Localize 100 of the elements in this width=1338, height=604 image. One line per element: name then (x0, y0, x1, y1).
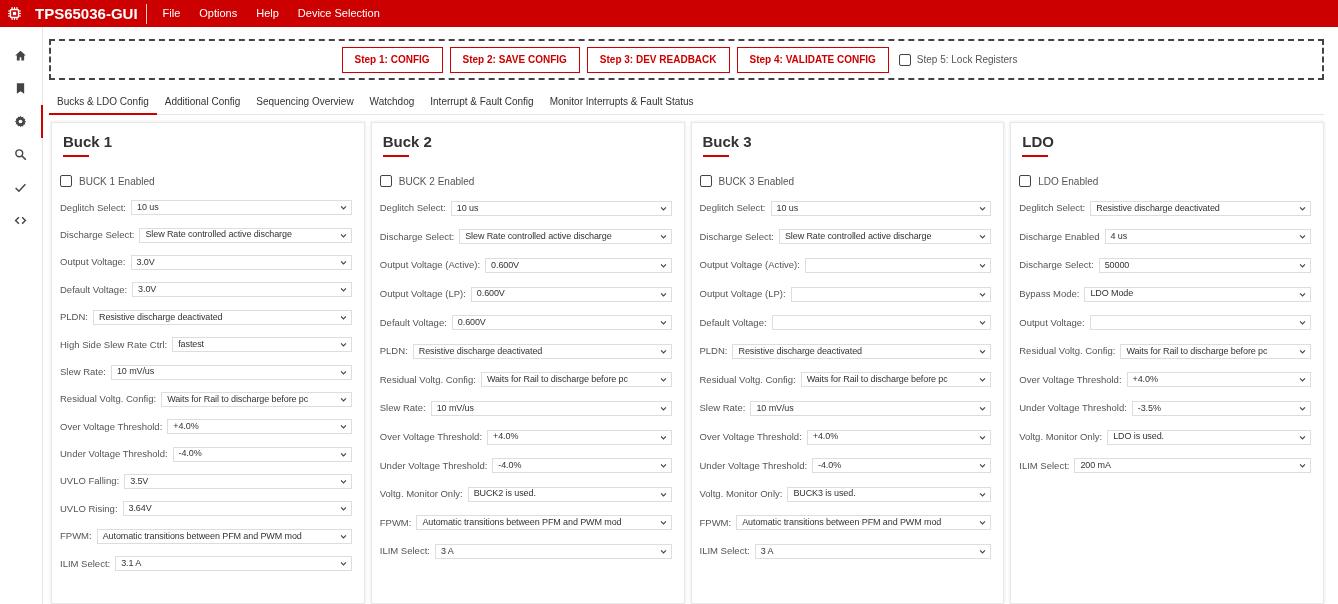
dropdown-value: fastest (178, 337, 205, 351)
dropdown[interactable]: 10 us (131, 200, 352, 216)
chevron-down-icon (339, 368, 347, 376)
dropdown[interactable]: +4.0% (487, 429, 672, 445)
dropdown-value: Resistive discharge deactivated (418, 344, 544, 358)
field-label: UVLO Falling: (60, 474, 120, 489)
dropdown[interactable]: 10 us (450, 200, 672, 216)
dropdown[interactable]: 4 us (1104, 229, 1311, 245)
field-label: FPWM: (699, 515, 732, 530)
dropdown[interactable]: Waits for Rail to discharge before pc (480, 372, 672, 388)
dropdown[interactable]: 10 mV/us (430, 400, 672, 416)
dropdown-value: 3.5V (130, 474, 150, 488)
dropdown[interactable]: BUCK3 is used. (787, 486, 992, 502)
tab[interactable]: Bucks & LDO Config (49, 89, 157, 115)
dropdown[interactable]: Slew Rate controlled active discharge (459, 229, 672, 245)
checkbox[interactable] (60, 175, 72, 187)
dropdown[interactable]: 200 mA (1074, 458, 1311, 474)
chevron-down-icon (979, 347, 987, 355)
tab[interactable]: Sequencing Overview (248, 89, 362, 115)
chevron-down-icon (339, 450, 347, 458)
tab[interactable]: Interrupt & Fault Config (422, 89, 542, 115)
field-label: Discharge Select: (699, 229, 774, 244)
field-label: Under Voltage Threshold: (1019, 401, 1127, 416)
dropdown[interactable]: LDO Mode (1084, 286, 1311, 302)
dropdown-value: BUCK3 is used. (793, 487, 857, 501)
dropdown-value: 3.0V (136, 255, 156, 269)
dropdown[interactable]: 3.5V (124, 474, 352, 490)
field-label: Under Voltage Threshold: (60, 447, 168, 462)
dropdown[interactable]: Waits for Rail to discharge before pc (1120, 343, 1311, 359)
field-label: Output Voltage (Active): (379, 258, 481, 273)
dropdown[interactable]: Slew Rate controlled active discharge (139, 227, 352, 243)
field-label: Default Voltage: (699, 315, 767, 330)
dropdown[interactable]: 3 A (434, 543, 672, 559)
dropdown[interactable]: Automatic transitions between PFM and PWM mod (96, 528, 352, 544)
menu-item[interactable]: Help (256, 5, 279, 22)
dropdown[interactable]: -4.0% (812, 458, 992, 474)
chevron-down-icon (1299, 290, 1306, 298)
dropdown[interactable]: 0.600V (485, 258, 672, 273)
step-button[interactable]: Step 1: CONFIG (341, 46, 443, 73)
dropdown[interactable]: Waits for Rail to discharge before pc (161, 391, 352, 407)
dropdown-value: 10 us (776, 201, 800, 215)
checkbox[interactable] (898, 53, 911, 66)
chevron-down-icon (659, 462, 667, 470)
step-button[interactable]: Step 2: SAVE CONFIG (449, 46, 580, 73)
dropdown[interactable]: -4.0% (492, 458, 672, 474)
checkbox[interactable] (699, 175, 712, 187)
dropdown[interactable]: BUCK2 is used. (467, 486, 672, 502)
step-button[interactable]: Step 3: DEV READBACK (586, 46, 730, 73)
dropdown[interactable]: 10 mV/us (110, 364, 352, 380)
dropdown[interactable]: Resistive discharge deactivated (1090, 200, 1311, 216)
tab[interactable]: Watchdog (361, 89, 423, 115)
dropdown[interactable]: 0.600V (470, 286, 672, 302)
dropdown[interactable]: 50000 (1098, 258, 1311, 273)
dropdown[interactable]: +4.0% (1126, 372, 1311, 388)
dropdown[interactable]: 3.0V (130, 254, 352, 270)
dropdown[interactable]: 0.600V (451, 315, 672, 331)
dropdown[interactable]: Resistive discharge deactivated (93, 309, 352, 325)
tab[interactable]: Monitor Interrupts & Fault Status (541, 89, 702, 115)
dropdown-value: BUCK2 is used. (473, 487, 537, 501)
dropdown-value: 3.1 A (121, 557, 143, 570)
menu-item[interactable]: Device Selection (297, 5, 380, 22)
dropdown[interactable]: Automatic transitions between PFM and PWM mod (416, 515, 672, 531)
dropdown[interactable]: fastest (172, 337, 352, 353)
dropdown[interactable]: LDO is used. (1107, 429, 1311, 445)
dropdown[interactable]: 3.1 A (115, 556, 352, 572)
dropdown-value: +4.0% (1132, 373, 1159, 387)
dropdown[interactable]: 3.64V (122, 501, 352, 517)
dropdown-value: Slew Rate controlled active discharge (145, 228, 293, 242)
dropdown[interactable]: Resistive discharge deactivated (412, 343, 672, 359)
tab[interactable]: Additional Config (156, 89, 249, 115)
menu-item[interactable]: File (162, 5, 181, 22)
dropdown[interactable]: 10 us (770, 200, 992, 216)
dropdown-value: 4 us (1110, 230, 1129, 244)
menu-item[interactable]: Options (199, 5, 238, 22)
dropdown[interactable]: Resistive discharge deactivated (732, 343, 992, 359)
field-label: Output Voltage (Active): (699, 258, 800, 273)
dropdown[interactable]: 3 A (754, 543, 992, 559)
field-label: Output Voltage: (1019, 315, 1085, 330)
dropdown[interactable]: 3.0V (132, 282, 352, 298)
dropdown[interactable]: Waits for Rail to discharge before pc (800, 372, 992, 388)
dropdown-value: 10 mV/us (756, 401, 795, 415)
dropdown[interactable]: +4.0% (167, 419, 352, 435)
dropdown[interactable]: -4.0% (172, 446, 352, 462)
dropdown[interactable]: -3.5% (1131, 400, 1311, 416)
chevron-down-icon (659, 347, 667, 355)
field-label: Slew Rate: (379, 401, 426, 416)
chevron-down-icon (979, 490, 987, 498)
dropdown[interactable]: Slew Rate controlled active discharge (778, 229, 992, 245)
dropdown[interactable]: Automatic transitions between PFM and PWM mod (736, 515, 992, 531)
checkbox[interactable] (1019, 175, 1032, 187)
chevron-down-icon (339, 395, 347, 403)
field-label: Residual Voltg. Config: (699, 372, 796, 387)
step-button[interactable]: Step 4: VALIDATE CONFIG (736, 46, 889, 73)
chevron-down-icon (979, 262, 987, 269)
checkbox[interactable] (379, 175, 392, 187)
dropdown[interactable]: +4.0% (806, 429, 992, 445)
dropdown[interactable]: 10 mV/us (750, 400, 992, 416)
chevron-down-icon (339, 560, 347, 568)
chevron-down-icon (1299, 404, 1306, 412)
chip-icon (8, 7, 21, 20)
